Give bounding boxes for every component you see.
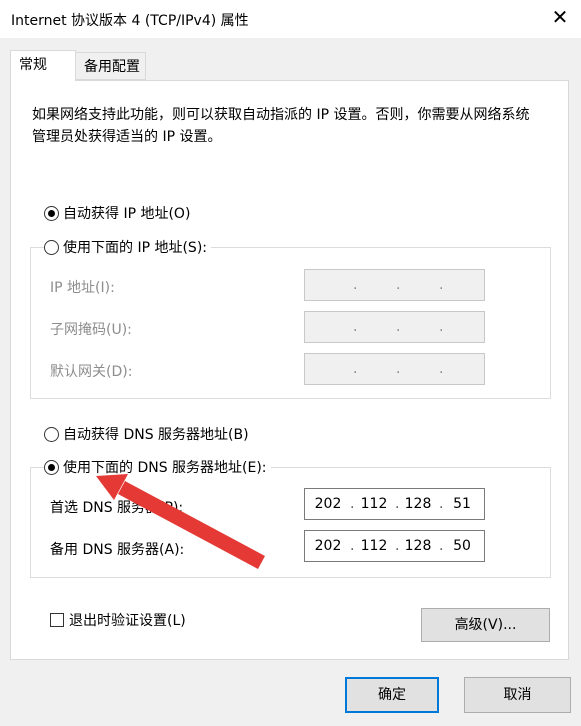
- radio-auto-dns-label: 自动获得 DNS 服务器地址(B): [63, 427, 249, 443]
- ip-octet-3: [401, 270, 435, 300]
- ip-dot: .: [396, 277, 401, 293]
- radio-manual-dns[interactable]: 使用下面的 DNS 服务器地址(E):: [44, 457, 271, 477]
- preferred-dns-octet-3[interactable]: 128: [401, 489, 435, 519]
- radio-auto-ip-label: 自动获得 IP 地址(O): [63, 206, 191, 222]
- ip-address-input: . . .: [304, 269, 485, 301]
- alternate-dns-label: 备用 DNS 服务器(A):: [50, 542, 185, 558]
- ip-dot: .: [439, 319, 444, 335]
- gateway-octet-3: [401, 354, 435, 384]
- default-gateway-input: . . .: [304, 353, 485, 385]
- validate-on-exit-box[interactable]: [50, 613, 64, 627]
- radio-auto-ip-indicator[interactable]: [44, 205, 59, 221]
- preferred-dns-input[interactable]: 202 . 112 . 128 . 51: [304, 488, 485, 520]
- gateway-octet-1: [311, 354, 345, 384]
- radio-auto-dns-indicator[interactable]: [44, 426, 59, 442]
- ip-octet-1: [311, 270, 345, 300]
- alternate-dns-octet-3[interactable]: 128: [401, 531, 435, 561]
- validate-on-exit-label: 退出时验证设置(L): [69, 613, 186, 629]
- mask-octet-1: [311, 312, 345, 342]
- radio-manual-ip-label: 使用下面的 IP 地址(S):: [63, 240, 207, 256]
- ip-dot: .: [439, 277, 444, 293]
- alternate-dns-input[interactable]: 202 . 112 . 128 . 50: [304, 530, 485, 562]
- alternate-dns-octet-1[interactable]: 202: [311, 531, 345, 561]
- tab-alternate-configuration[interactable]: 备用配置: [76, 52, 146, 80]
- validate-on-exit-checkbox[interactable]: 退出时验证设置(L): [50, 610, 190, 630]
- ip-dot: .: [396, 319, 401, 335]
- gateway-octet-4: [445, 354, 479, 384]
- radio-manual-ip[interactable]: 使用下面的 IP 地址(S):: [44, 237, 211, 257]
- ip-dot: .: [396, 361, 401, 377]
- ok-button[interactable]: 确定: [345, 677, 439, 713]
- default-gateway-label: 默认网关(D):: [50, 364, 133, 380]
- window-title: Internet 协议版本 4 (TCP/IPv4) 属性: [11, 13, 249, 29]
- radio-manual-dns-label: 使用下面的 DNS 服务器地址(E):: [63, 460, 267, 476]
- ip-dot: .: [350, 496, 355, 512]
- ip-dot: .: [395, 496, 400, 512]
- radio-auto-ip[interactable]: 自动获得 IP 地址(O): [44, 203, 195, 223]
- mask-octet-4: [445, 312, 479, 342]
- ip-octet-2: [357, 270, 391, 300]
- advanced-button[interactable]: 高级(V)...: [421, 608, 550, 642]
- mask-octet-2: [357, 312, 391, 342]
- preferred-dns-label: 首选 DNS 服务器(P):: [50, 500, 184, 516]
- close-icon[interactable]: ✕: [547, 4, 573, 30]
- ip-dot: .: [439, 538, 444, 554]
- title-bar: Internet 协议版本 4 (TCP/IPv4) 属性 ✕: [0, 0, 581, 38]
- preferred-dns-octet-1[interactable]: 202: [311, 489, 345, 519]
- description-text: 如果网络支持此功能，则可以获取自动指派的 IP 设置。否则，你需要从网络系统管理…: [32, 107, 530, 145]
- radio-auto-dns[interactable]: 自动获得 DNS 服务器地址(B): [44, 424, 253, 444]
- alternate-dns-octet-4[interactable]: 50: [445, 531, 479, 561]
- ip-dot: .: [395, 538, 400, 554]
- ip-dot: .: [439, 361, 444, 377]
- preferred-dns-octet-4[interactable]: 51: [445, 489, 479, 519]
- subnet-mask-input: . . .: [304, 311, 485, 343]
- ip-address-label: IP 地址(I):: [50, 280, 115, 296]
- radio-manual-ip-indicator[interactable]: [44, 239, 59, 255]
- preferred-dns-octet-2[interactable]: 112: [357, 489, 391, 519]
- ip-dot: .: [439, 496, 444, 512]
- ip-dot: .: [350, 538, 355, 554]
- tab-general[interactable]: 常规: [10, 50, 76, 81]
- radio-manual-dns-indicator[interactable]: [44, 459, 59, 475]
- mask-octet-3: [401, 312, 435, 342]
- subnet-mask-label: 子网掩码(U):: [50, 322, 132, 338]
- ip-octet-4: [445, 270, 479, 300]
- alternate-dns-octet-2[interactable]: 112: [357, 531, 391, 561]
- gateway-octet-2: [357, 354, 391, 384]
- cancel-button[interactable]: 取消: [464, 677, 571, 713]
